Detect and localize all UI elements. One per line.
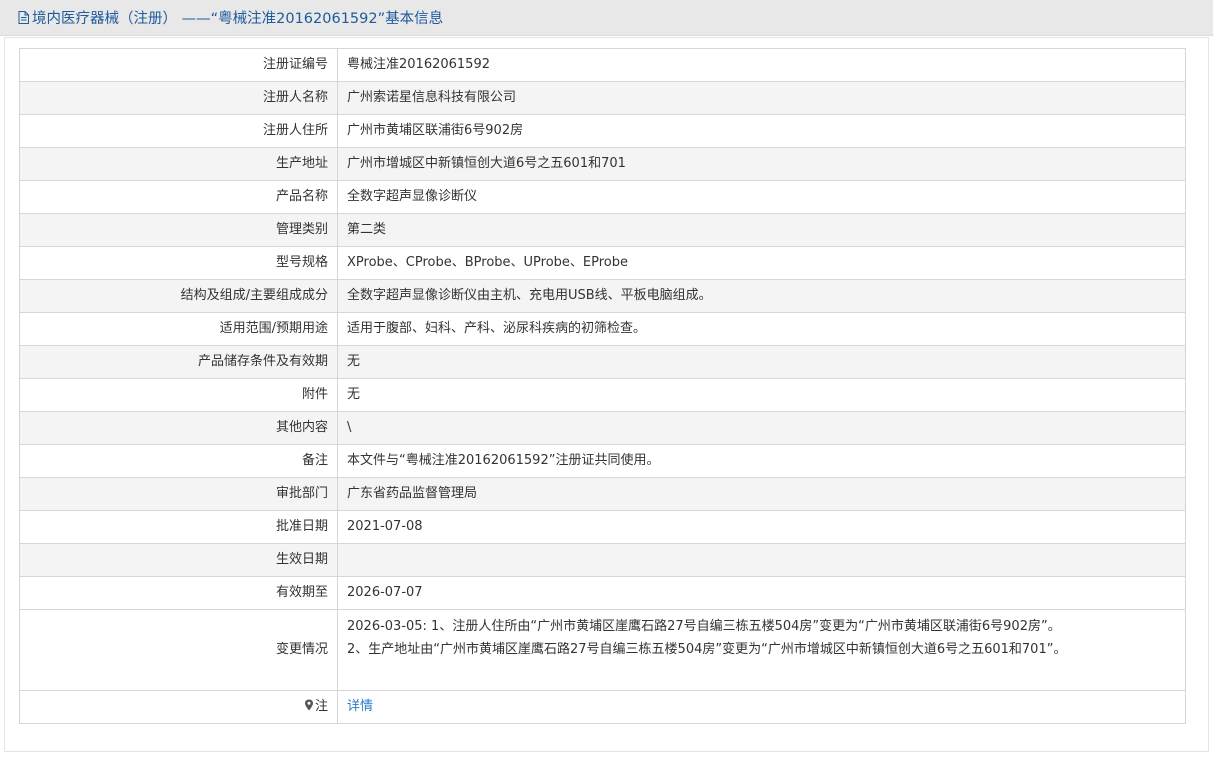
info-table: 注册证编号 粤械注准20162061592 注册人名称 广州索诺星信息科技有限公司 注册… [19, 48, 1186, 724]
details-link[interactable]: 详情 [347, 699, 373, 714]
row-label: 型号规格 [19, 246, 338, 280]
row-label: 生产地址 [19, 147, 338, 181]
table-row: 有效期至 2026-07-07 [19, 576, 1186, 610]
row-label: 生效日期 [19, 543, 338, 577]
row-value: 2026-07-07 [337, 576, 1186, 610]
row-label: 其他内容 [19, 411, 338, 445]
row-label: 变更情况 [19, 609, 338, 691]
row-value [337, 543, 1186, 577]
row-value: 全数字超声显像诊断仪由主机、充电用USB线、平板电脑组成。 [337, 279, 1186, 313]
table-row: 产品储存条件及有效期无 [19, 345, 1186, 379]
row-value: XProbe、CProbe、BProbe、UProbe、EProbe [337, 246, 1186, 280]
page-title: 境内医疗器械（注册） ——“粤械注准20162061592”基本信息 [32, 11, 444, 27]
row-label: 产品储存条件及有效期 [19, 345, 338, 379]
table-row: 适用范围/预期用途 适用于腹部、妇科、产科、泌尿科疾病的初筛检查。 [19, 312, 1186, 346]
document-icon [18, 11, 29, 24]
row-label: 审批部门 [19, 477, 338, 511]
table-row: 结构及组成/主要组成成分 全数字超声显像诊断仪由主机、充电用USB线、平板电脑组成… [19, 279, 1186, 313]
row-value: \ [337, 411, 1186, 445]
info-panel: 注册证编号 粤械注准20162061592 注册人名称 广州索诺星信息科技有限公司 注册… [4, 37, 1209, 752]
row-value: 本文件与“粤械注准20162061592”注册证共同使用。 [337, 444, 1186, 478]
table-row: 附件无 [19, 378, 1186, 412]
table-row: 备注 本文件与“粤械注准20162061592”注册证共同使用。 [19, 444, 1186, 478]
table-row: 管理类别 第二类 [19, 213, 1186, 247]
row-value: 广东省药品监督管理局 [337, 477, 1186, 511]
row-label: 有效期至 [19, 576, 338, 610]
table-row: 批准日期 2021-07-08 [19, 510, 1186, 544]
table-row: 注册人住所 广州市黄埔区联浦街6号902房 [19, 114, 1186, 148]
row-label: 适用范围/预期用途 [19, 312, 338, 346]
row-value: 广州市黄埔区联浦街6号902房 [337, 114, 1186, 148]
table-row-note: 注 详情 [19, 690, 1186, 724]
page-header: 境内医疗器械（注册） ——“粤械注准20162061592”基本信息 [0, 0, 1213, 36]
note-value: 详情 [337, 690, 1186, 724]
row-label: 注册人住所 [19, 114, 338, 148]
row-label: 备注 [19, 444, 338, 478]
row-label: 批准日期 [19, 510, 338, 544]
row-value: 无 [337, 345, 1186, 379]
row-value: 适用于腹部、妇科、产科、泌尿科疾病的初筛检查。 [337, 312, 1186, 346]
row-label: 附件 [19, 378, 338, 412]
row-value: 广州索诺星信息科技有限公司 [337, 81, 1186, 115]
change-history-line: 2、生产地址由“广州市黄埔区崖鹰石路27号自编三栋五楼504房”变更为“广州市增… [347, 641, 1067, 657]
row-label: 结构及组成/主要组成成分 [19, 279, 338, 313]
row-value: 广州市增城区中新镇恒创大道6号之五601和701 [337, 147, 1186, 181]
change-history-value: 2026-03-05: 1、注册人住所由“广州市黄埔区崖鹰石路27号自编三栋五楼… [337, 609, 1186, 691]
note-label: 注 [314, 698, 328, 714]
map-pin-icon [304, 699, 313, 711]
table-row: 审批部门 广东省药品监督管理局 [19, 477, 1186, 511]
table-row: 生效日期 [19, 543, 1186, 577]
row-label: 管理类别 [19, 213, 338, 247]
row-value: 无 [337, 378, 1186, 412]
row-value: 第二类 [337, 213, 1186, 247]
row-value: 2021-07-08 [337, 510, 1186, 544]
table-row-change-history: 变更情况 2026-03-05: 1、注册人住所由“广州市黄埔区崖鹰石路27号自编… [19, 609, 1186, 691]
row-label-note: 注 [19, 690, 338, 724]
table-row: 型号规格 XProbe、CProbe、BProbe、UProbe、EProbe [19, 246, 1186, 280]
table-row: 产品名称 全数字超声显像诊断仪 [19, 180, 1186, 214]
change-history-line: 2026-03-05: 1、注册人住所由“广州市黄埔区崖鹰石路27号自编三栋五楼… [347, 619, 1061, 634]
row-label: 注册证编号 [19, 48, 338, 82]
info-table-body: 注册证编号 粤械注准20162061592 注册人名称 广州索诺星信息科技有限公司 注册… [19, 48, 1186, 724]
row-value: 全数字超声显像诊断仪 [337, 180, 1186, 214]
table-row: 生产地址 广州市增城区中新镇恒创大道6号之五601和701 [19, 147, 1186, 181]
row-value: 粤械注准20162061592 [337, 48, 1186, 82]
row-label: 产品名称 [19, 180, 338, 214]
page: 境内医疗器械（注册） ——“粤械注准20162061592”基本信息 注册证编号… [0, 0, 1213, 758]
row-label: 注册人名称 [19, 81, 338, 115]
table-row: 其他内容 \ [19, 411, 1186, 445]
table-row: 注册人名称 广州索诺星信息科技有限公司 [19, 81, 1186, 115]
table-row: 注册证编号 粤械注准20162061592 [19, 48, 1186, 82]
